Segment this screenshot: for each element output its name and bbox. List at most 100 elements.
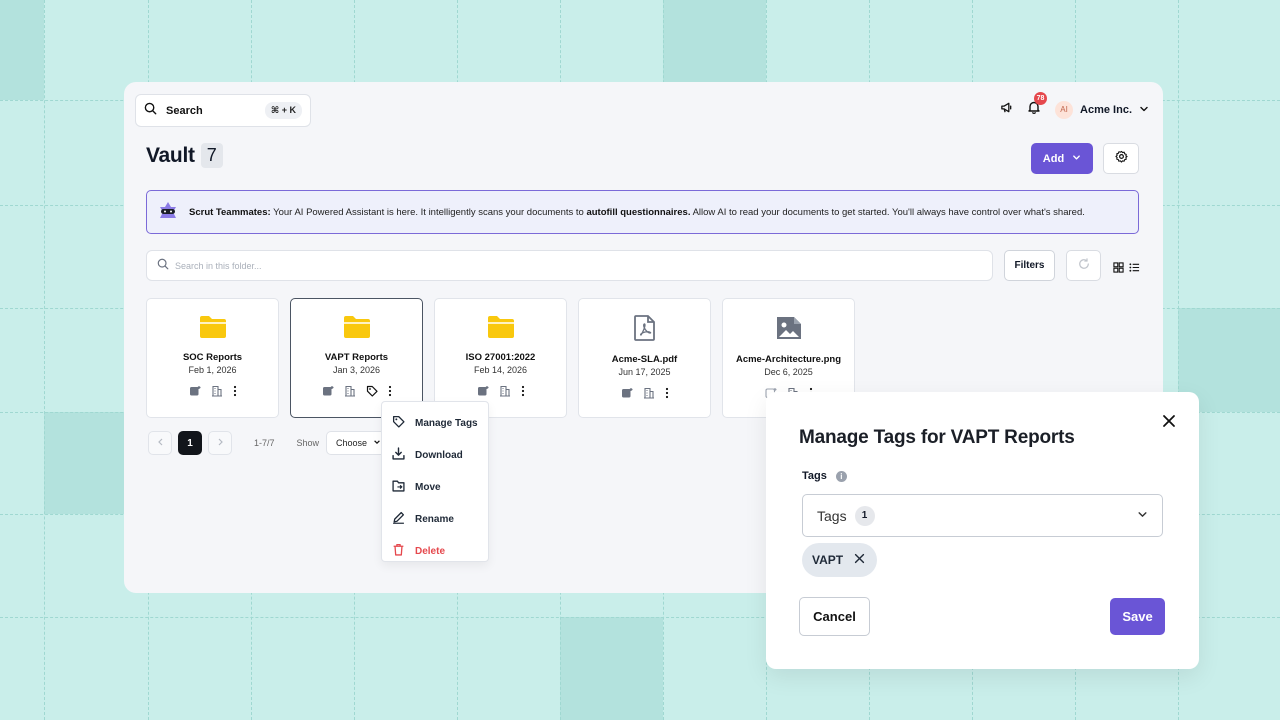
menu-item-label: Manage Tags <box>415 417 478 429</box>
tags-label-text: Tags <box>802 470 827 482</box>
page-range: 1-7/7 <box>254 438 275 448</box>
add-image-icon[interactable] <box>477 384 489 402</box>
file-card[interactable]: SOC Reports Feb 1, 2026 <box>146 298 279 418</box>
more-options-icon[interactable] <box>521 384 525 402</box>
more-options-icon[interactable] <box>388 384 392 402</box>
trash-icon <box>392 543 405 559</box>
filters-button[interactable]: Filters <box>1004 250 1055 281</box>
view-toggle <box>1113 260 1140 278</box>
remove-tag-icon[interactable] <box>854 553 865 567</box>
page-size-value: Choose <box>336 438 368 448</box>
tag-chip-label: VAPT <box>812 553 844 567</box>
file-date: Dec 6, 2025 <box>764 367 813 377</box>
tag-icon <box>392 415 405 431</box>
add-image-icon[interactable] <box>322 384 334 402</box>
menu-item-label: Download <box>415 449 463 461</box>
file-card[interactable]: Acme-SLA.pdf Jun 17, 2025 <box>578 298 711 418</box>
more-options-icon[interactable] <box>233 384 237 402</box>
menu-item-move[interactable]: Move <box>382 471 488 503</box>
global-search[interactable]: Search ⌘ + K <box>135 94 311 127</box>
menu-item-manage-tags[interactable]: Manage Tags <box>382 407 488 439</box>
search-icon <box>157 257 169 275</box>
card-actions <box>189 384 237 402</box>
list-view-icon[interactable] <box>1129 260 1140 278</box>
file-date: Jan 3, 2026 <box>332 365 381 375</box>
chevron-down-icon <box>1072 153 1081 165</box>
page-title: Vault 7 <box>146 143 223 168</box>
folder-search-input[interactable]: Search in this folder... <box>146 250 993 281</box>
modal-title: Manage Tags for VAPT Reports <box>799 427 1075 448</box>
search-label: Search <box>166 104 203 117</box>
menu-item-label: Rename <box>415 513 454 525</box>
card-actions <box>477 384 525 402</box>
notifications-button[interactable]: 78 <box>1027 92 1048 119</box>
manage-tags-modal: Manage Tags for VAPT Reports Tags i Tags… <box>766 392 1199 669</box>
search-icon <box>144 102 157 120</box>
building-icon[interactable] <box>643 386 655 404</box>
refresh-icon <box>1078 257 1090 275</box>
item-count-badge: 7 <box>200 143 223 168</box>
building-icon[interactable] <box>499 384 511 402</box>
file-date: Feb 1, 2026 <box>188 365 237 375</box>
chevron-right-icon <box>217 438 224 449</box>
menu-item-download[interactable]: Download <box>382 439 488 471</box>
folder-icon <box>487 315 515 344</box>
file-card[interactable]: VAPT Reports Jan 3, 2026 <box>290 298 423 418</box>
card-actions <box>621 386 669 404</box>
folder-icon <box>343 315 371 344</box>
file-name: Acme-Architecture.png <box>735 354 842 365</box>
menu-item-delete[interactable]: Delete <box>382 535 488 567</box>
avatar: AI <box>1055 100 1074 119</box>
banner-text-part: Your AI Powered Assistant is here. It in… <box>270 206 587 218</box>
building-icon[interactable] <box>344 384 356 402</box>
chevron-down-icon <box>373 438 381 448</box>
menu-item-rename[interactable]: Rename <box>382 503 488 535</box>
robot-icon <box>157 200 179 225</box>
file-name: ISO 27001:2022 <box>465 352 536 363</box>
next-page-button[interactable] <box>208 431 232 455</box>
shortcut-badge: ⌘ + K <box>264 102 302 119</box>
save-button[interactable]: Save <box>1110 598 1165 635</box>
info-icon[interactable]: i <box>835 470 847 482</box>
org-switcher[interactable]: AI Acme Inc. <box>1055 100 1149 119</box>
add-button[interactable]: Add <box>1031 143 1093 174</box>
file-card[interactable]: ISO 27001:2022 Feb 14, 2026 <box>434 298 567 418</box>
add-button-label: Add <box>1042 152 1065 165</box>
building-icon[interactable] <box>211 384 223 402</box>
move-folder-icon <box>392 479 405 495</box>
pdf-file-icon <box>633 315 657 346</box>
file-grid: SOC Reports Feb 1, 2026 VAPT Reports Jan… <box>146 298 855 418</box>
chevron-down-icon <box>1137 507 1148 525</box>
megaphone-icon[interactable] <box>1000 101 1013 119</box>
pencil-icon <box>392 511 405 527</box>
notification-badge: 78 <box>1034 92 1048 105</box>
add-image-icon[interactable] <box>621 386 633 404</box>
page-title-text: Vault <box>146 143 195 167</box>
refresh-button[interactable] <box>1066 250 1101 281</box>
add-image-icon[interactable] <box>189 384 201 402</box>
tags-count-badge: 1 <box>854 505 875 526</box>
more-options-icon[interactable] <box>665 386 669 404</box>
file-name: SOC Reports <box>182 352 243 363</box>
header-actions: 78 AI Acme Inc. <box>1000 92 1149 119</box>
tag-icon[interactable] <box>366 384 378 402</box>
close-icon[interactable] <box>1162 414 1176 428</box>
org-name: Acme Inc. <box>1080 103 1132 116</box>
bg-block <box>44 412 124 514</box>
prev-page-button[interactable] <box>148 431 172 455</box>
card-actions <box>322 384 392 402</box>
settings-button[interactable] <box>1103 143 1139 174</box>
page-size-select[interactable]: Choose <box>326 431 389 455</box>
folder-icon <box>199 315 227 344</box>
page-button-current[interactable]: 1 <box>178 431 202 455</box>
grid-view-icon[interactable] <box>1113 260 1124 278</box>
bg-block <box>560 617 663 720</box>
gear-icon <box>1114 150 1128 168</box>
download-icon <box>392 447 405 463</box>
file-date: Jun 17, 2025 <box>618 367 671 377</box>
cancel-button[interactable]: Cancel <box>799 597 870 636</box>
ai-assistant-banner: Scrut Teammates: Your AI Powered Assista… <box>146 190 1139 234</box>
banner-text-part: Allow AI to read your documents to get s… <box>690 206 1085 218</box>
tags-select[interactable]: Tags 1 <box>802 494 1163 537</box>
banner-prefix: Scrut Teammates: <box>189 206 271 218</box>
